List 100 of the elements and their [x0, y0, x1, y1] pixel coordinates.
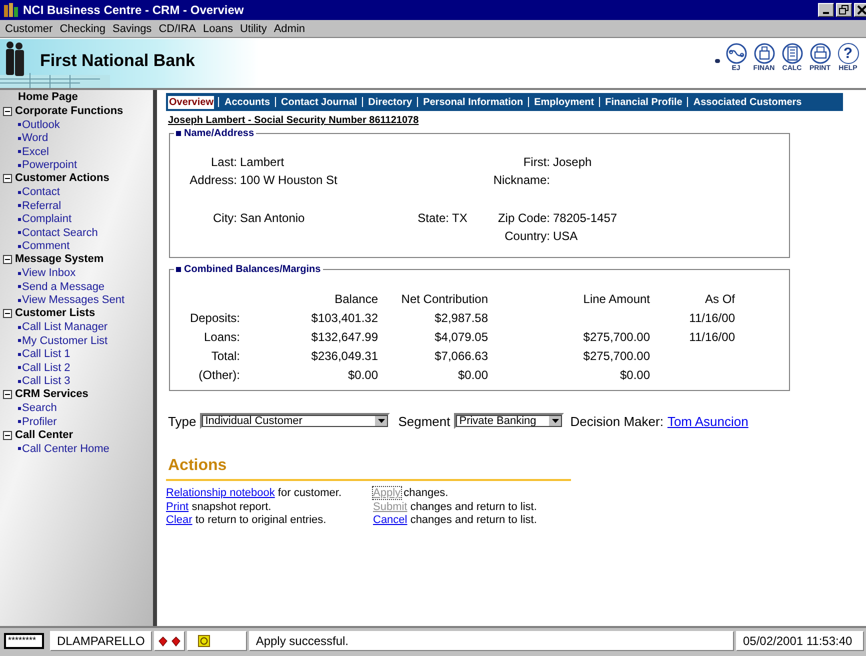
menu-item[interactable]: Checking [56, 22, 110, 34]
action-link[interactable]: Relationship notebook [166, 487, 275, 499]
sidebar-section: Customer Actions [15, 172, 110, 186]
table-cell-text: $275,700.00 [582, 348, 650, 362]
field-value: Joseph [553, 155, 593, 169]
table-cell-text: $0.00 [346, 368, 378, 382]
table-cell-text: $0.00 [618, 368, 650, 382]
section-title: Combined Balances/Margins [184, 264, 321, 275]
close-button[interactable] [854, 3, 866, 17]
calculator-icon [782, 43, 802, 64]
restore-button[interactable] [836, 3, 852, 17]
menu-item[interactable]: Customer [2, 22, 57, 34]
menu-item[interactable]: CD/IRA [156, 22, 200, 34]
table-cell-text: 11/16/00 [688, 330, 735, 344]
sidebar-link[interactable]: View Inbox [0, 266, 153, 280]
tab[interactable]: Accounts [223, 96, 272, 108]
sidebar-link[interactable]: Powerpoint [0, 158, 153, 172]
field-value: Lambert [240, 155, 286, 169]
tab[interactable]: Contact Journal [280, 96, 358, 108]
sidebar-section: Customer Lists [15, 307, 96, 320]
help-icon: ? [838, 43, 858, 64]
sidebar-link[interactable]: Outlook [0, 118, 153, 132]
sidebar-link[interactable]: Contact [0, 186, 153, 199]
action-description: to return to original entries. [195, 514, 326, 526]
action-link[interactable]: Cancel [373, 514, 408, 526]
bank-name: First National Bank [40, 51, 195, 71]
sidebar-link[interactable]: Comment [0, 240, 153, 253]
tab[interactable]: Overview [168, 96, 214, 108]
sidebar-link[interactable]: Contact Search [0, 226, 153, 240]
alert-icon [158, 636, 168, 646]
sidebar-link[interactable]: Excel [0, 145, 153, 158]
tab[interactable]: Personal Information [422, 96, 524, 108]
alert-icon [170, 636, 181, 646]
app-icon [3, 2, 19, 18]
sidebar-link[interactable]: Word [0, 132, 153, 145]
sidebar-link[interactable]: Search [0, 402, 153, 415]
action-link[interactable]: Clear [166, 514, 192, 526]
action-description: for customer. [278, 487, 342, 499]
field-label: Country: [504, 229, 551, 243]
table-cell-text: $7,066.63 [434, 348, 488, 362]
field-value: San Antonio [240, 211, 306, 225]
decision-maker-link[interactable]: Tom Asuncion [667, 414, 748, 428]
table-cell-text: $275,700.00 [582, 330, 650, 344]
collapse-icon[interactable] [3, 309, 12, 318]
sidebar-link[interactable]: Profiler [0, 415, 153, 428]
tab[interactable]: Employment [533, 96, 596, 108]
column-header: Balance [334, 292, 378, 306]
password-field[interactable]: ******** [4, 633, 44, 649]
collapse-icon[interactable] [3, 174, 12, 184]
dropdown[interactable]: Private Banking [454, 413, 564, 429]
field-value: 100 W Houston St [240, 173, 338, 187]
action-link[interactable]: Print [166, 500, 189, 512]
field-label: Type [168, 414, 196, 428]
sidebar-link[interactable]: Referral [0, 199, 153, 212]
collapse-icon[interactable] [3, 255, 12, 264]
sidebar-link[interactable]: Home Page [0, 91, 153, 104]
restore-icon [839, 5, 849, 15]
minimize-button[interactable] [818, 3, 834, 17]
field-label: State: [416, 211, 450, 225]
field-label: Zip Code: [496, 211, 551, 225]
row-label: Loans: [202, 330, 240, 344]
table-cell-text: $132,647.99 [310, 330, 378, 344]
collapse-icon[interactable] [3, 390, 12, 400]
sidebar-link[interactable]: View Messages Sent [0, 294, 153, 307]
customer-heading: Joseph Lambert - Social Security Number 861121078 [168, 115, 419, 126]
row-label: Deposits: [188, 310, 240, 324]
table-cell-text: $2,987.58 [434, 310, 488, 324]
menu-item[interactable]: Savings [110, 22, 156, 34]
table-cell-text: 11/16/00 [688, 310, 735, 324]
close-icon [857, 5, 866, 15]
field-label: Decision Maker: [570, 414, 664, 428]
collapse-icon[interactable] [3, 106, 12, 116]
sidebar-link[interactable]: Call List 2 [0, 361, 153, 374]
sidebar-section: Message System [15, 253, 104, 266]
table-cell-text: $236,049.31 [310, 348, 378, 362]
field-label: Nickname: [492, 173, 551, 187]
collapse-icon[interactable] [3, 430, 12, 440]
sidebar-link[interactable]: Complaint [0, 212, 153, 226]
menu-item[interactable]: Admin [270, 22, 310, 34]
field-label: Segment [398, 414, 450, 428]
table-cell-text: $0.00 [456, 368, 488, 382]
sidebar-link[interactable]: Send a Message [0, 280, 153, 294]
tab[interactable]: Directory [367, 96, 414, 108]
bullet-icon [715, 59, 720, 63]
dropdown[interactable]: Individual Customer [200, 413, 390, 429]
field-value: 78205-1457 [553, 211, 618, 225]
action-description: snapshot report. [192, 500, 272, 512]
menu-item[interactable]: Utility [236, 22, 271, 34]
sidebar-link[interactable]: My Customer List [0, 334, 153, 348]
tab[interactable]: Associated Customers [692, 96, 803, 108]
sidebar-link[interactable]: Call List Manager [0, 320, 153, 334]
sidebar-link[interactable]: Call Center Home [0, 442, 153, 456]
tab[interactable]: Financial Profile [604, 96, 684, 108]
column-header: Net Contribution [400, 292, 488, 306]
link-icon [726, 43, 746, 64]
sidebar-link[interactable]: Call List 3 [0, 374, 153, 388]
sidebar-section: Call Center [15, 428, 74, 442]
menu-item[interactable]: Loans [200, 22, 237, 34]
sidebar-link[interactable]: Call List 1 [0, 348, 153, 361]
sidebar-section: Corporate Functions [15, 104, 124, 118]
